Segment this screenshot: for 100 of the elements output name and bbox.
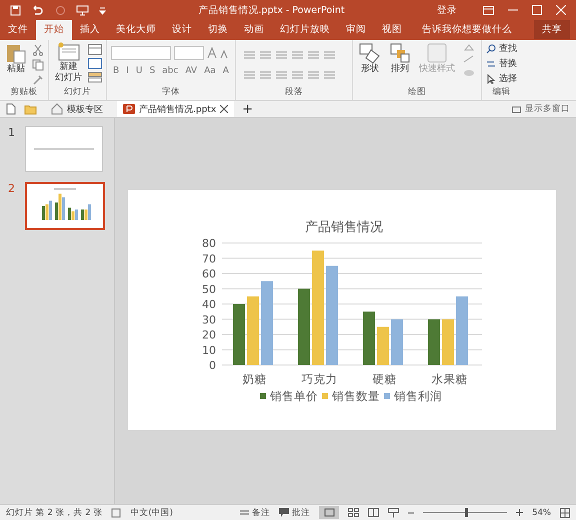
slide-thumbnail[interactable] [25,182,105,230]
tell-me-field[interactable]: 告诉我你想要做什么 [414,20,520,40]
font-format-button[interactable]: U [134,66,144,76]
ribbon-tab[interactable]: 视图 [374,20,410,40]
bar [247,296,259,365]
notes-button[interactable]: 备注 [240,506,270,518]
category-label: 奶糖 [242,372,266,386]
notes-icon [240,508,250,516]
slider-thumb[interactable] [465,508,468,517]
replace-button[interactable]: 替换 [486,57,517,70]
ribbon-display-icon[interactable] [483,6,494,14]
chart-title: 产品销售情况 [305,220,383,235]
ribbon-tab[interactable]: 插入 [72,20,108,40]
group-label: 段落 [284,86,304,99]
format-painter-icon[interactable] [32,74,44,86]
ribbon-tab[interactable]: 幻灯片放映 [272,20,338,40]
font-format-button[interactable]: abc [160,66,180,76]
legend-label: 销售数量 [332,389,380,403]
arrange-button[interactable]: 排列 [387,42,413,75]
slide-info: 幻灯片 第 2 张，共 2 张 [6,506,102,518]
select-button[interactable]: 选择 [486,72,517,85]
copy-icon[interactable] [32,59,44,71]
ribbon-tab[interactable]: 审阅 [338,20,374,40]
slideshow-view-icon[interactable] [388,508,400,518]
y-tick-label: 80 [202,237,216,250]
slideshow-icon[interactable] [76,4,89,16]
group-label: 编辑 [492,86,512,99]
ribbon-tab[interactable]: 动画 [236,20,272,40]
search-icon [486,44,496,54]
fit-slide-icon[interactable] [560,508,570,518]
bar [363,312,375,365]
y-tick-label: 60 [202,268,216,280]
font-format-button[interactable]: S [147,66,158,76]
accessibility-icon[interactable] [111,508,122,518]
slide-sorter-icon[interactable] [348,508,360,517]
y-tick-label: 10 [202,344,216,357]
font-format-button[interactable]: B [111,66,122,76]
window-icon [512,105,522,113]
ribbon-tab[interactable]: 文件 [0,20,36,40]
language-indicator[interactable]: 中文(中国) [130,506,173,518]
cursor-icon [486,74,496,84]
new-tab-button[interactable]: + [242,102,254,116]
slide-number: 2 [8,182,15,197]
zoom-out-icon[interactable] [408,510,414,516]
slide-thumbnail[interactable] [25,126,103,172]
ribbon-tab[interactable]: 美化大师 [108,20,164,40]
reading-view-icon[interactable] [368,508,380,517]
document-tab[interactable]: 产品销售情况.pptx [117,101,234,117]
font-size-field[interactable] [174,46,204,60]
legend-label: 销售单价 [270,389,318,403]
y-tick-label: 30 [202,313,216,326]
font-format-button[interactable]: AV [183,66,200,76]
group-label: 字体 [161,86,181,99]
bar [456,296,468,365]
undo-icon[interactable] [31,4,45,16]
font-format-button[interactable]: Aa [202,66,218,76]
new-slide-button[interactable]: 新建 幻灯片 [53,42,84,84]
comment-icon [279,508,290,517]
y-tick-label: 50 [202,282,216,296]
legend-label: 销售利润 [394,389,442,403]
customize-icon[interactable] [99,6,106,14]
bar [428,319,440,365]
ribbon-tab[interactable]: 开始 [36,20,72,40]
maximize-icon[interactable] [532,5,542,15]
comments-button[interactable]: 批注 [279,506,310,518]
bar [233,304,245,365]
section-icon[interactable] [88,72,102,83]
font-format-button[interactable]: I [124,66,131,76]
title-line-drawing [34,147,94,151]
save-icon[interactable] [10,4,21,16]
category-label: 巧克力 [302,372,338,386]
close-icon[interactable] [220,105,228,113]
normal-view-icon[interactable] [319,506,340,519]
shapes-button[interactable]: 形状 [357,42,383,75]
cut-icon[interactable] [32,44,44,56]
paste-button[interactable]: 粘贴 [4,42,28,75]
layout-icon[interactable] [88,44,102,55]
zoom-in-icon[interactable] [516,509,524,516]
login-link[interactable]: 登录 [437,4,457,16]
y-tick-label: 0 [209,359,216,372]
share-button[interactable]: 共享 [534,20,570,39]
ribbon-tab[interactable]: 切换 [200,20,236,40]
document-tab[interactable]: 模板专区 [45,101,109,117]
bar [377,326,389,365]
font-format-button[interactable]: A [220,66,231,76]
bar [391,319,403,365]
slide-number: 1 [8,126,15,141]
zoom-level[interactable]: 54% [532,508,551,518]
house-icon [51,103,63,115]
group-label: 绘图 [407,86,427,99]
category-label: 水果糖 [432,372,468,386]
new-document-icon[interactable] [6,103,16,115]
y-tick-label: 20 [202,328,216,342]
ribbon-tab[interactable]: 设计 [164,20,200,40]
find-button[interactable]: 查找 [486,42,517,55]
group-label: 幻灯片 [63,86,92,99]
font-name-field[interactable] [111,46,171,60]
multi-window-button[interactable]: 显示多窗口 [512,103,570,115]
category-label: 硬糖 [372,372,396,386]
bar [442,319,454,365]
